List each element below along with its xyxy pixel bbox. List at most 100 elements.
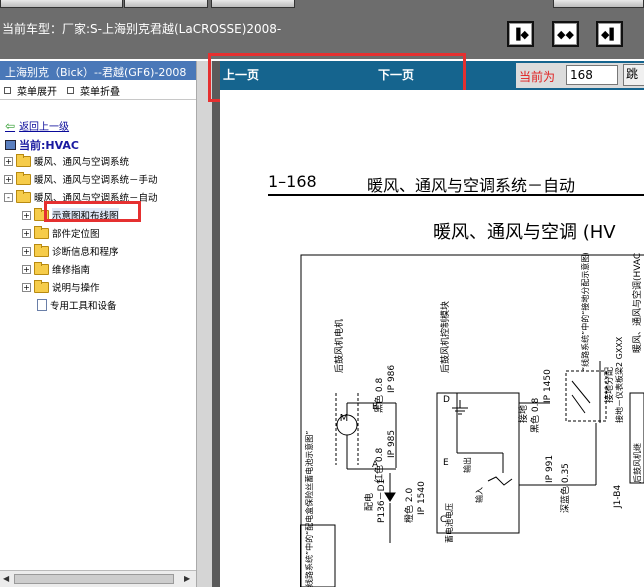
sidebar-actions: 菜单展开 菜单折叠 [4, 83, 120, 98]
tree-child-tools[interactable]: 专用工具和设备 [22, 298, 117, 312]
pin-a: A [372, 460, 379, 470]
back-label: 返回上一级 [19, 122, 70, 133]
tree-item-label: 部件定位图 [52, 229, 100, 240]
system-note: 线路系统”中的“配电盒保险丝蓄电池示意图” [304, 431, 314, 587]
last-page-button[interactable]: ◆▌ [596, 21, 623, 47]
wire-deep-blue: 深蓝色 0.35 [559, 463, 571, 513]
jump-button[interactable]: 跳 [623, 64, 644, 86]
tree-item-label: 维修指南 [52, 265, 91, 276]
current-label: 当前:HVAC [19, 139, 79, 152]
plus-icon[interactable]: + [22, 282, 31, 292]
open-folder-icon [16, 189, 31, 203]
top-tab-button-1[interactable] [0, 0, 123, 8]
pane-border [212, 61, 220, 587]
rear-module-label: 后鼓风机控制模块 [439, 301, 451, 373]
collapse-icon [67, 87, 74, 94]
power-dist: 配电 [363, 493, 375, 511]
top-tab-button-4[interactable] [553, 0, 644, 8]
computer-icon [5, 140, 16, 150]
title-rule [268, 194, 644, 196]
folder-icon [16, 171, 31, 185]
pin-b: B [372, 402, 378, 412]
ground-label: 接地 [517, 405, 529, 423]
tree-child-description[interactable]: + 说明与操作 [22, 279, 100, 294]
rear-relay: 后鼓风机继 [632, 443, 642, 483]
page-title: 暖风、通风与空调系统－自动 [367, 176, 576, 195]
wire-ip1450: IP 1450 [543, 369, 553, 403]
motor-symbol: M [340, 413, 349, 424]
plus-icon[interactable]: + [4, 174, 13, 184]
plus-icon[interactable]: + [22, 246, 31, 256]
tree-item-label: 暖风、通风与空调系统 [34, 157, 130, 168]
wiring-diagram: M 后鼓风机电机 后鼓风机控制模块 IP 986 黑色 0.8 红色 0.8 I… [300, 253, 644, 587]
sidebar: 上海别克（Bick）--君越(GF6)-2008 菜单展开 菜单折叠 ⇦ 返回上… [0, 61, 196, 587]
top-tab-button-3[interactable] [211, 0, 295, 8]
pin-d: D [443, 395, 450, 405]
plus-icon[interactable]: + [22, 264, 31, 274]
wire-ip991: IP 991 [545, 455, 555, 483]
ground-dist: 接地分配 [603, 367, 615, 403]
pin-e: E [443, 458, 449, 468]
tree-item-label: 暖风、通风与空调系统－手动 [34, 175, 158, 186]
folder-icon [34, 279, 49, 293]
car-model-label: 当前车型：厂家:S-上海别克君越(LaCROSSE)2008- [2, 22, 282, 36]
ground-g: 接地－仪表板梁2 GXXX [614, 336, 624, 423]
wire-ip986: IP 986 [387, 365, 397, 393]
wire-ip1540: IP 1540 [417, 481, 427, 515]
menu-collapse-button[interactable]: 菜单折叠 [67, 83, 120, 98]
input-label: 输入 [474, 487, 484, 503]
scroll-left-icon[interactable]: ◀ [3, 574, 9, 583]
back-link[interactable]: ⇦ 返回上一级 [5, 118, 70, 134]
ground-note: “线路系统”中的“接地分配示意图(8-3)” [580, 253, 590, 371]
highlight-box [44, 201, 141, 222]
tree-item-label: 诊断信息和程序 [52, 247, 119, 258]
split-view-icon: ◆◆ [557, 27, 574, 41]
minus-icon[interactable]: - [4, 192, 13, 202]
folder-icon [34, 243, 49, 257]
menu-expand-label: 菜单展开 [17, 87, 57, 98]
document-view: 1–168 暖风、通风与空调系统－自动 暖风、通风与空调 (HV M 后鼓风机电… [220, 90, 644, 587]
current-page-label: 当前为 [519, 70, 556, 84]
sidebar-divider [0, 99, 196, 100]
wire-black-08b: 黑色 0.8 [529, 398, 541, 433]
last-page-icon: ◆▌ [601, 27, 618, 41]
current-node: 当前:HVAC [5, 137, 79, 153]
menu-expand-button[interactable]: 菜单展开 [4, 83, 57, 98]
scrollbar-thumb[interactable] [14, 574, 174, 584]
tree-child-repair[interactable]: + 维修指南 [22, 261, 91, 276]
tree-item-label: 说明与操作 [52, 283, 100, 294]
plus-icon[interactable]: + [22, 210, 31, 220]
first-page-icon: ▐◆ [512, 27, 529, 41]
first-page-button[interactable]: ▐◆ [507, 21, 534, 47]
sidebar-title: 上海别克（Bick）--君越(GF6)-2008 [0, 61, 196, 80]
plus-icon[interactable]: + [4, 156, 13, 166]
document-icon [37, 299, 47, 311]
rear-blower-label: 后鼓风机电机 [333, 319, 345, 373]
menu-collapse-label: 菜单折叠 [80, 87, 120, 98]
back-arrow-icon: ⇦ [5, 118, 16, 133]
page-number-input[interactable] [566, 65, 618, 85]
top-toolbar: 当前车型：厂家:S-上海别克君越(LaCROSSE)2008- ▐◆ ◆◆ ◆▌ [0, 0, 644, 59]
connector-j1: J1-B4 [613, 485, 623, 509]
plus-icon[interactable]: + [22, 228, 31, 238]
expand-icon [4, 87, 11, 94]
split-view-button[interactable]: ◆◆ [552, 21, 579, 47]
tree-item-hvac[interactable]: + 暖风、通风与空调系统 [4, 153, 130, 168]
fuse-p136: P136－D1 [377, 479, 387, 523]
hvac-module-title: 暖风、通风与空调(HVAC)控制模块 [631, 253, 643, 353]
folder-icon [34, 261, 49, 275]
tree-item-label: 专用工具和设备 [50, 301, 117, 312]
folder-icon [34, 225, 49, 239]
folder-icon [16, 153, 31, 167]
page-jump-group: 当前为 跳 [516, 63, 644, 88]
sidebar-horizontal-scrollbar[interactable]: ◀ ▶ [0, 570, 196, 587]
scroll-right-icon[interactable]: ▶ [184, 574, 190, 583]
wire-orange: 橙色 2.0 [403, 488, 415, 523]
pane-splitter[interactable] [196, 61, 212, 587]
battery-voltage: 蓄电池电压 [444, 503, 454, 543]
page-number: 1–168 [268, 172, 317, 191]
tree-item-hvac-manual[interactable]: + 暖风、通风与空调系统－手动 [4, 171, 158, 186]
tree-child-locations[interactable]: + 部件定位图 [22, 225, 100, 240]
tree-child-diagnostics[interactable]: + 诊断信息和程序 [22, 243, 119, 258]
top-tab-button-2[interactable] [124, 0, 208, 8]
